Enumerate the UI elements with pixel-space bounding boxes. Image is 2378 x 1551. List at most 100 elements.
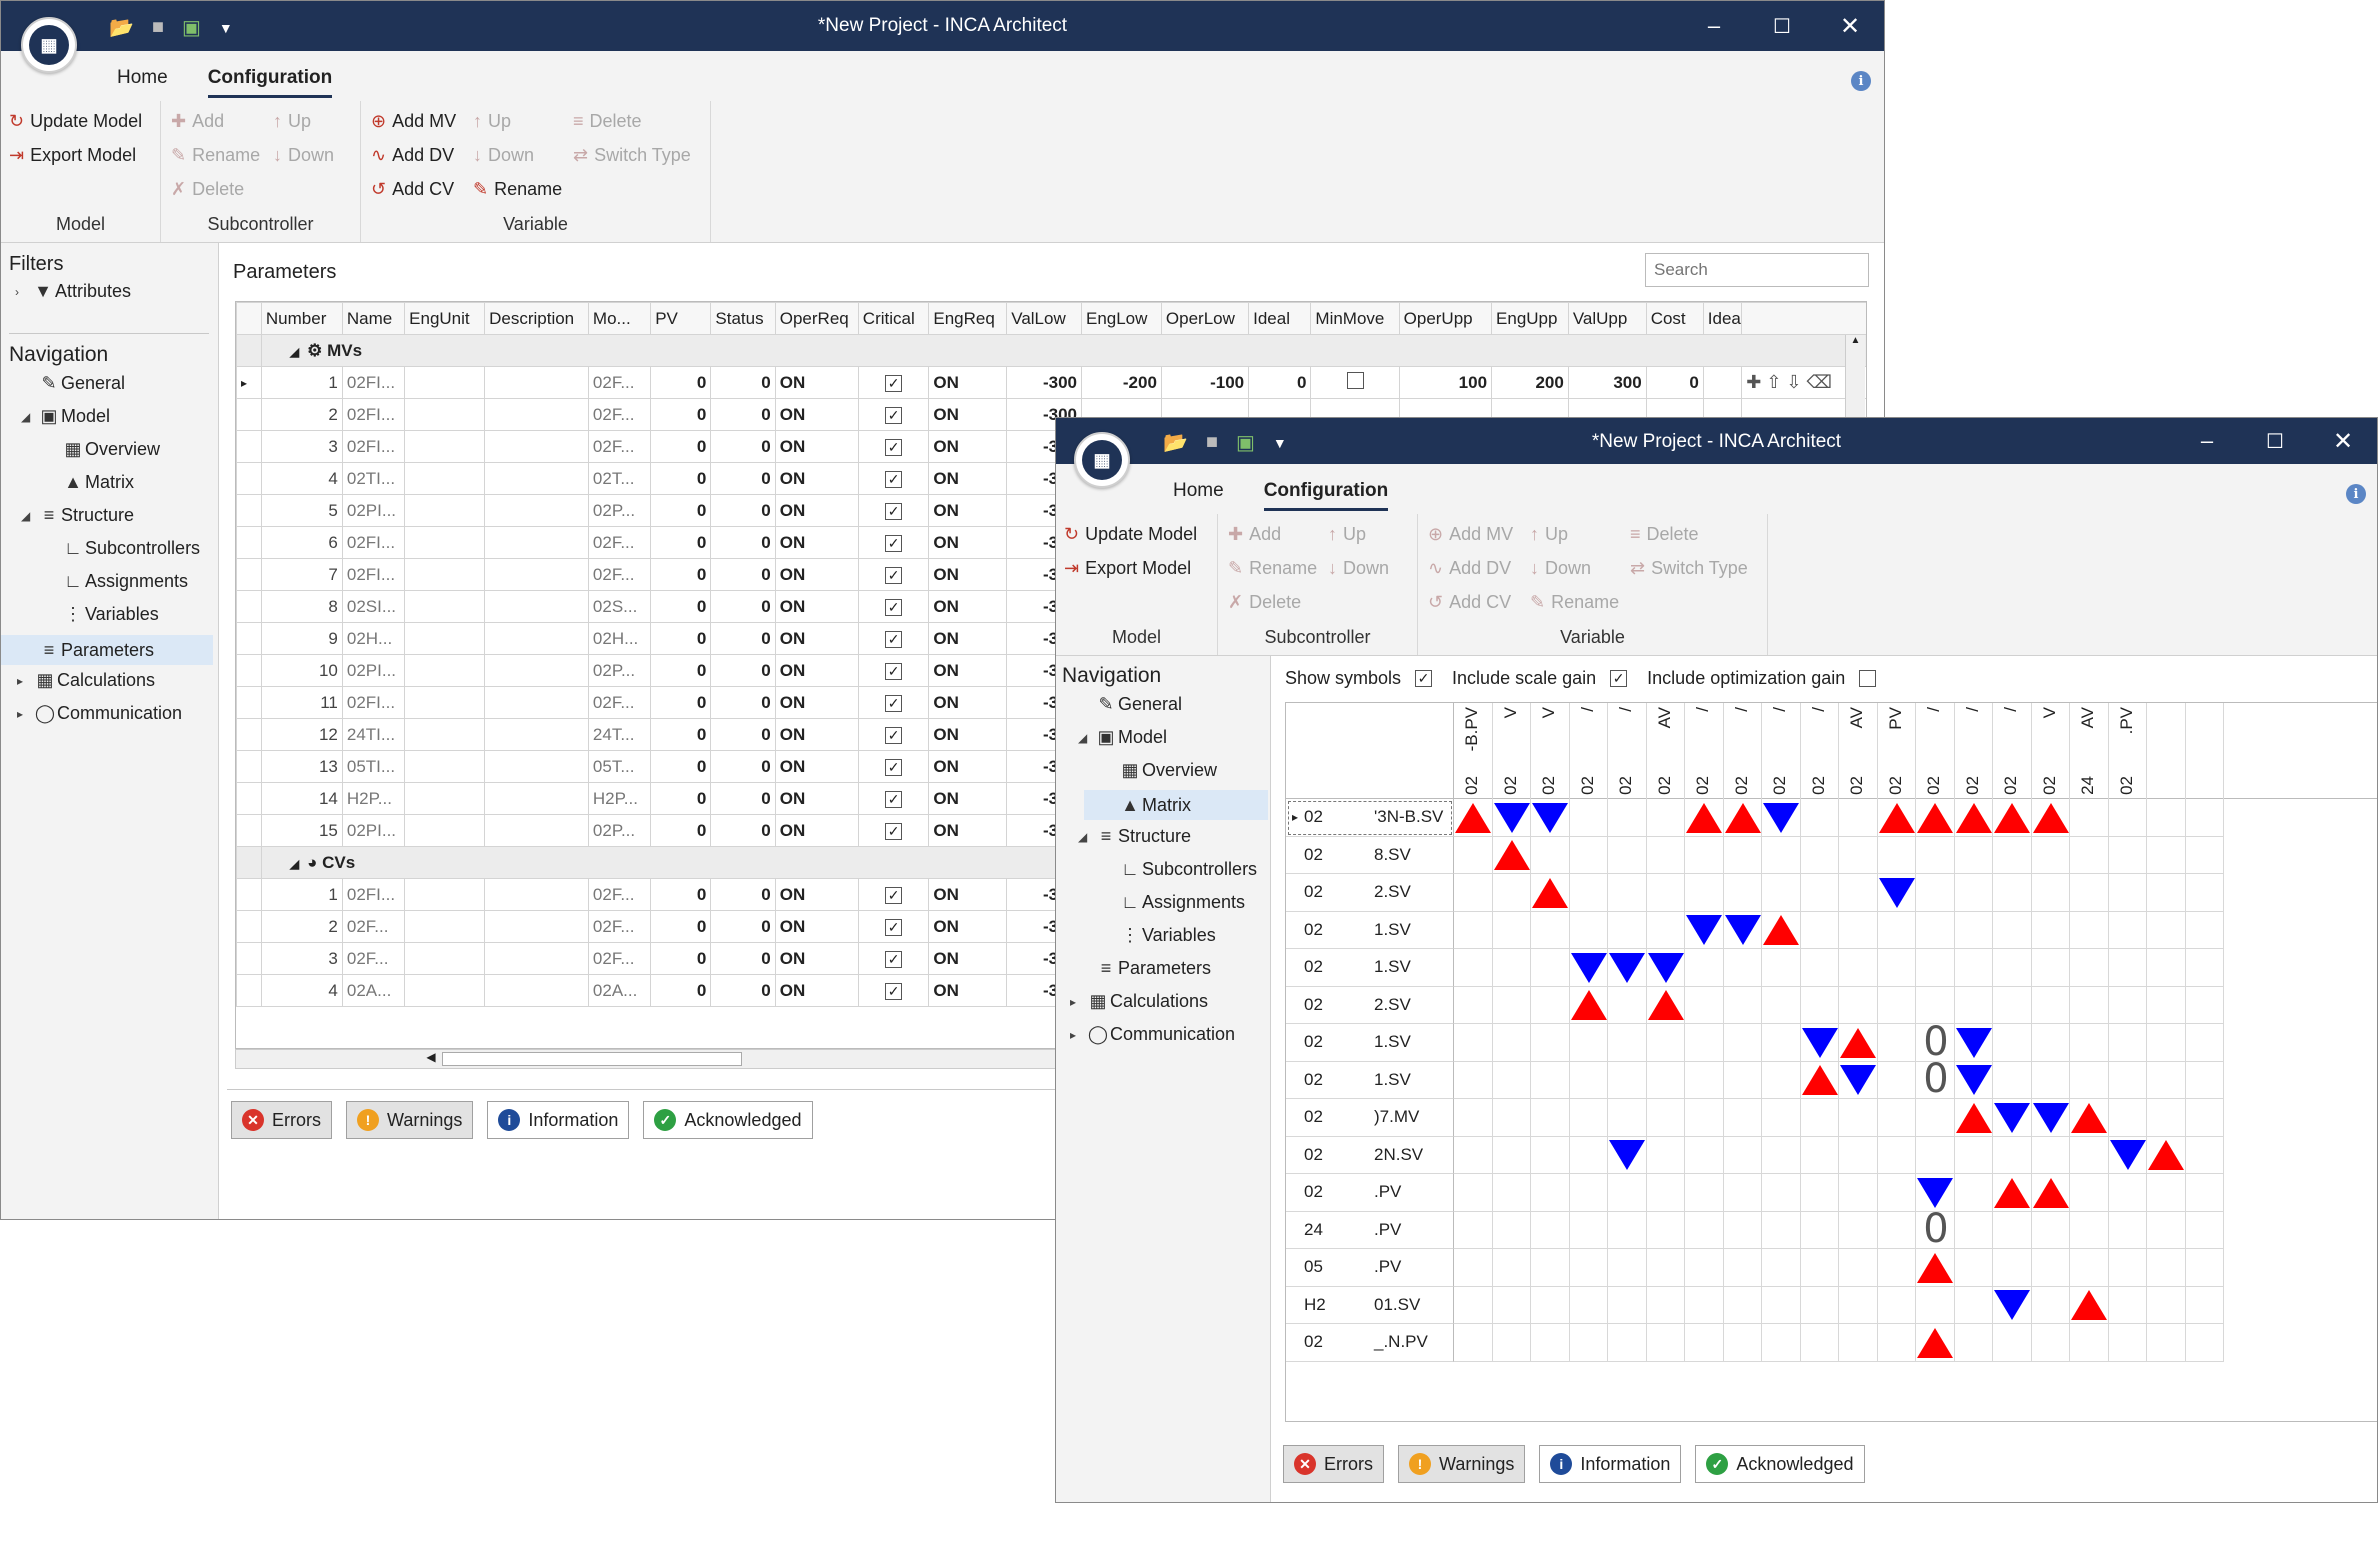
- cell-pv[interactable]: 0: [650, 878, 712, 911]
- matrix-row-header[interactable]: 02 _.N.PV: [1286, 1324, 1454, 1362]
- matrix-cell[interactable]: [1723, 1061, 1762, 1099]
- cell-description[interactable]: [484, 974, 589, 1007]
- matrix-cell[interactable]: [1685, 1324, 1724, 1362]
- matrix-cell[interactable]: [1569, 1286, 1608, 1324]
- matrix-cell[interactable]: [2070, 1324, 2109, 1362]
- matrix-cell[interactable]: [1492, 949, 1531, 987]
- matrix-cell[interactable]: [1569, 1061, 1608, 1099]
- matrix-cell[interactable]: [2147, 1099, 2186, 1137]
- matrix-cell[interactable]: [2185, 836, 2224, 874]
- var-rename-button[interactable]: ✎ Rename: [473, 179, 562, 200]
- cell-critical[interactable]: ✓: [857, 718, 930, 751]
- matrix-cell[interactable]: [2031, 1211, 2070, 1249]
- matrix-cell[interactable]: [2070, 1211, 2109, 1249]
- matrix-cell[interactable]: [1762, 1211, 1801, 1249]
- matrix-cell[interactable]: [1685, 1286, 1724, 1324]
- matrix-cell[interactable]: [2185, 1249, 2224, 1287]
- var-down-button[interactable]: ↓ Down: [1530, 558, 1591, 579]
- cell-engreq[interactable]: ON: [928, 494, 1008, 527]
- matrix-cell[interactable]: [1685, 986, 1724, 1024]
- errors-button[interactable]: ✕ Errors: [1283, 1445, 1384, 1483]
- cell-mo[interactable]: 24T...: [587, 718, 652, 751]
- critical-checkbox[interactable]: ✓: [885, 822, 903, 840]
- matrix-cell[interactable]: [1993, 1024, 2032, 1062]
- nav-assignments[interactable]: ∟ Assignments: [1118, 892, 1245, 913]
- cell-engreq[interactable]: ON: [928, 430, 1008, 463]
- cell-engunit[interactable]: [404, 878, 486, 911]
- matrix-cell[interactable]: [2031, 1061, 2070, 1099]
- cell-operreq[interactable]: ON: [774, 622, 859, 655]
- matrix-cell[interactable]: [1608, 1249, 1647, 1287]
- matrix-cell[interactable]: [1454, 1211, 1493, 1249]
- cell-pv[interactable]: 0: [650, 910, 712, 943]
- matrix-cell[interactable]: [2070, 799, 2109, 837]
- matrix-cell[interactable]: [1954, 1174, 1993, 1212]
- cell-status[interactable]: 0: [710, 558, 776, 591]
- matrix-cell[interactable]: [1723, 1136, 1762, 1174]
- cell-description[interactable]: [484, 750, 589, 783]
- cell-mo[interactable]: 02F...: [587, 398, 652, 431]
- cell-mo[interactable]: 02H...: [587, 622, 652, 655]
- sub-add-button[interactable]: ✚ Add: [171, 111, 224, 132]
- cell-description[interactable]: [484, 942, 589, 975]
- matrix-column-header[interactable]: / 02: [1762, 703, 1801, 799]
- matrix-cell[interactable]: [1454, 1136, 1493, 1174]
- cell-description[interactable]: [484, 398, 589, 431]
- matrix-cell[interactable]: [1839, 874, 1878, 912]
- matrix-cell[interactable]: [1954, 911, 1993, 949]
- col-pv[interactable]: PV: [650, 302, 712, 335]
- matrix-cell[interactable]: [1569, 1324, 1608, 1362]
- cell-engreq[interactable]: ON: [928, 526, 1008, 559]
- cell-engunit[interactable]: [404, 366, 486, 399]
- critical-checkbox[interactable]: ✓: [885, 470, 903, 488]
- sub-delete-button[interactable]: ✗ Delete: [1228, 592, 1301, 613]
- matrix-row-header[interactable]: 05 .PV: [1286, 1249, 1454, 1287]
- matrix-cell[interactable]: [1646, 1324, 1685, 1362]
- add-dv-button[interactable]: ∿ Add DV: [371, 145, 454, 166]
- cell-critical[interactable]: ✓: [857, 686, 930, 719]
- cell-number[interactable]: 6: [260, 526, 343, 559]
- cell-engunit[interactable]: [404, 942, 486, 975]
- cell-number[interactable]: 10: [260, 654, 343, 687]
- matrix-cell[interactable]: [1762, 1099, 1801, 1137]
- expand-icon[interactable]: ▸: [17, 707, 33, 721]
- var-down-button[interactable]: ↓ Down: [473, 145, 534, 166]
- row-selector[interactable]: [236, 590, 262, 623]
- matrix-cell[interactable]: [1800, 1286, 1839, 1324]
- cell-operreq[interactable]: ON: [774, 974, 859, 1007]
- row-selector[interactable]: [236, 526, 262, 559]
- cell-status[interactable]: 0: [710, 590, 776, 623]
- cell-status[interactable]: 0: [710, 878, 776, 911]
- cell-operreq[interactable]: ON: [774, 654, 859, 687]
- matrix-cell[interactable]: [1608, 1174, 1647, 1212]
- cell-name[interactable]: 02FI...: [341, 878, 406, 911]
- critical-checkbox[interactable]: ✓: [885, 438, 903, 456]
- matrix-cell[interactable]: [1608, 874, 1647, 912]
- matrix-cell[interactable]: [2185, 911, 2224, 949]
- close-icon[interactable]: ✕: [2309, 418, 2377, 464]
- matrix-cell[interactable]: [2108, 1286, 2147, 1324]
- update-model-button[interactable]: ↻ Update Model: [9, 111, 142, 132]
- switch-type-button[interactable]: ⇄ Switch Type: [573, 145, 691, 166]
- cell-mo[interactable]: 02P...: [587, 654, 652, 687]
- matrix-column-header[interactable]: PV 02: [1878, 703, 1916, 799]
- matrix-cell[interactable]: [1877, 986, 1916, 1024]
- matrix-cell[interactable]: [1877, 1249, 1916, 1287]
- matrix-cell[interactable]: [1800, 911, 1839, 949]
- nav-overview[interactable]: ▦ Overview: [61, 439, 160, 460]
- cell-ideal[interactable]: 0: [1248, 366, 1312, 399]
- cell-status[interactable]: 0: [710, 398, 776, 431]
- col-operreq[interactable]: OperReq: [774, 302, 859, 335]
- matrix-cell[interactable]: [2147, 911, 2186, 949]
- move-icon[interactable]: ✚: [1746, 372, 1761, 392]
- matrix-cell[interactable]: [1454, 986, 1493, 1024]
- matrix-cell[interactable]: [1492, 986, 1531, 1024]
- matrix-cell[interactable]: [1800, 1136, 1839, 1174]
- filter-attributes[interactable]: › ▼ Attributes: [15, 281, 131, 302]
- matrix-cell[interactable]: [1608, 1324, 1647, 1362]
- matrix-cell[interactable]: [2108, 949, 2147, 987]
- scroll-up-icon[interactable]: ▲: [1846, 335, 1865, 346]
- matrix-cell[interactable]: [2147, 874, 2186, 912]
- cell-pv[interactable]: 0: [650, 654, 712, 687]
- matrix-cell[interactable]: [1685, 874, 1724, 912]
